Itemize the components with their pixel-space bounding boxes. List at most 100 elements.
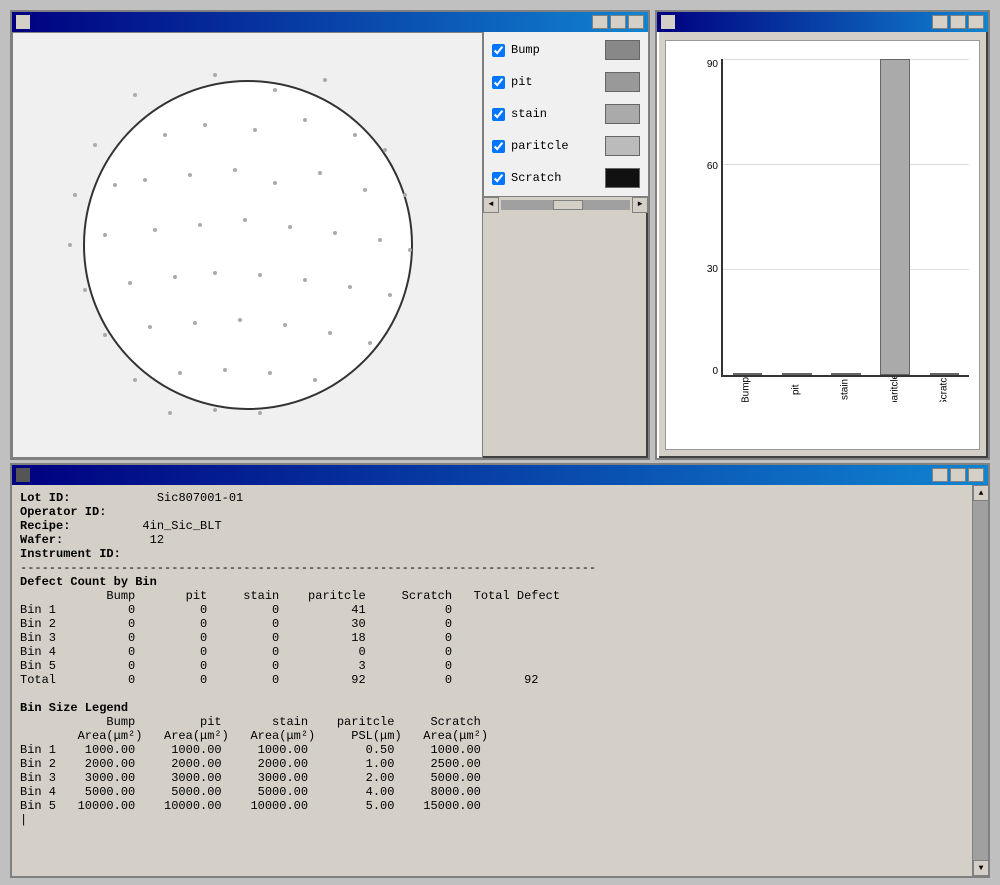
scroll-thumb[interactable] bbox=[553, 200, 583, 210]
defect-dot bbox=[153, 228, 157, 232]
total-defects-title-bar bbox=[657, 12, 988, 32]
defects-map-window: Bump pit stain paritcle Scratch ◄ ► bbox=[10, 10, 650, 460]
legend-color-swatch bbox=[605, 136, 640, 156]
c-minimize-button[interactable] bbox=[932, 468, 948, 482]
defect-dot bbox=[213, 73, 217, 77]
td-minimize-button[interactable] bbox=[932, 15, 948, 29]
title-bar-left bbox=[16, 15, 34, 29]
defect-dot bbox=[368, 341, 372, 345]
legend-item: paritcle bbox=[492, 136, 640, 156]
chart-wrapper: 90 60 30 0 BumppitstainparitcleScratch bbox=[721, 59, 969, 402]
chart-bar bbox=[880, 59, 910, 375]
x-axis-label: stain bbox=[820, 377, 870, 402]
defect-dot bbox=[168, 411, 172, 415]
defect-dot bbox=[103, 233, 107, 237]
defect-dot bbox=[173, 275, 177, 279]
defect-dot bbox=[313, 378, 317, 382]
legend-item: Scratch bbox=[492, 168, 640, 188]
defect-dot bbox=[333, 231, 337, 235]
defect-dot bbox=[133, 378, 137, 382]
defect-dot bbox=[83, 288, 87, 292]
scroll-left-btn[interactable]: ◄ bbox=[483, 197, 499, 213]
minimize-button[interactable] bbox=[592, 15, 608, 29]
legend-color-swatch bbox=[605, 40, 640, 60]
wafer-circle bbox=[83, 80, 413, 410]
x-axis-labels: BumppitstainparitcleScratch bbox=[721, 377, 969, 402]
x-axis-label: Bump bbox=[721, 377, 771, 402]
legend-label: stain bbox=[511, 107, 599, 121]
maximize-button[interactable] bbox=[610, 15, 626, 29]
candela-title-bar bbox=[12, 465, 988, 485]
legend-item: stain bbox=[492, 104, 640, 124]
legend-label: pit bbox=[511, 75, 599, 89]
legend-items-area: Bump pit stain paritcle Scratch bbox=[483, 32, 648, 196]
close-button[interactable] bbox=[628, 15, 644, 29]
legend-label: paritcle bbox=[511, 139, 599, 153]
total-defects-title-buttons bbox=[932, 15, 984, 29]
y-tick-0: 0 bbox=[712, 366, 718, 377]
scroll-up-btn[interactable]: ▲ bbox=[973, 485, 989, 501]
defect-dot bbox=[258, 411, 262, 415]
defect-dot bbox=[128, 281, 132, 285]
candela-scrollbar[interactable]: ▲ ▼ bbox=[972, 485, 988, 876]
defect-dot bbox=[258, 273, 262, 277]
defect-dot bbox=[93, 143, 97, 147]
defect-dot bbox=[363, 188, 367, 192]
chart-bar bbox=[733, 373, 763, 375]
defect-dot bbox=[193, 321, 197, 325]
bottom-scrollbar[interactable]: ◄ ► bbox=[483, 196, 648, 212]
defect-dot bbox=[273, 88, 277, 92]
x-axis-label: pit bbox=[771, 377, 821, 402]
legend-checkbox[interactable] bbox=[492, 172, 505, 185]
legend-panel: Bump pit stain paritcle Scratch ◄ ► bbox=[483, 32, 648, 458]
legend-checkbox[interactable] bbox=[492, 76, 505, 89]
c-maximize-button[interactable] bbox=[950, 468, 966, 482]
y-tick-60: 60 bbox=[707, 161, 718, 172]
legend-checkbox[interactable] bbox=[492, 140, 505, 153]
defect-dot bbox=[323, 78, 327, 82]
total-defects-window: 90 60 30 0 BumppitstainparitcleScratch bbox=[655, 10, 990, 460]
chart-bar bbox=[930, 373, 960, 375]
defect-dot bbox=[273, 181, 277, 185]
chart-bar bbox=[782, 373, 812, 375]
scroll-down-btn[interactable]: ▼ bbox=[973, 860, 989, 876]
grid-line-90 bbox=[723, 59, 969, 60]
wafer-area bbox=[12, 32, 483, 458]
title-bar-left bbox=[16, 468, 34, 482]
y-tick-30: 30 bbox=[707, 264, 718, 275]
defects-map-title-buttons bbox=[592, 15, 644, 29]
td-close-button[interactable] bbox=[968, 15, 984, 29]
legend-checkbox[interactable] bbox=[492, 108, 505, 121]
legend-color-swatch bbox=[605, 72, 640, 92]
defect-dot bbox=[238, 318, 242, 322]
defect-dot bbox=[288, 225, 292, 229]
legend-color-swatch bbox=[605, 104, 640, 124]
legend-color-swatch bbox=[605, 168, 640, 188]
defect-dot bbox=[283, 323, 287, 327]
td-maximize-button[interactable] bbox=[950, 15, 966, 29]
defect-dot bbox=[348, 285, 352, 289]
c-close-button[interactable] bbox=[968, 468, 984, 482]
candela-title-buttons bbox=[932, 468, 984, 482]
defect-dot bbox=[233, 168, 237, 172]
scroll-right-btn[interactable]: ► bbox=[632, 197, 648, 213]
defect-dot bbox=[318, 171, 322, 175]
defect-dot bbox=[113, 183, 117, 187]
legend-checkbox[interactable] bbox=[492, 44, 505, 57]
defects-map-icon bbox=[16, 15, 30, 29]
defect-dot bbox=[163, 133, 167, 137]
defect-dot bbox=[198, 223, 202, 227]
defect-dot bbox=[383, 148, 387, 152]
legend-label: Bump bbox=[511, 43, 599, 57]
defect-dot bbox=[408, 248, 412, 252]
candela-icon bbox=[16, 468, 30, 482]
defect-dot bbox=[378, 238, 382, 242]
defect-dot bbox=[403, 193, 407, 197]
title-bar-left bbox=[661, 15, 679, 29]
defect-dot bbox=[133, 93, 137, 97]
v-scroll-track bbox=[973, 501, 988, 860]
candela-content: Lot ID: Sic807001-01 Operator ID: Recipe… bbox=[12, 485, 988, 876]
defect-dot bbox=[73, 193, 77, 197]
defects-map-content: Bump pit stain paritcle Scratch ◄ ► bbox=[12, 32, 648, 458]
grid-line-30 bbox=[723, 269, 969, 270]
